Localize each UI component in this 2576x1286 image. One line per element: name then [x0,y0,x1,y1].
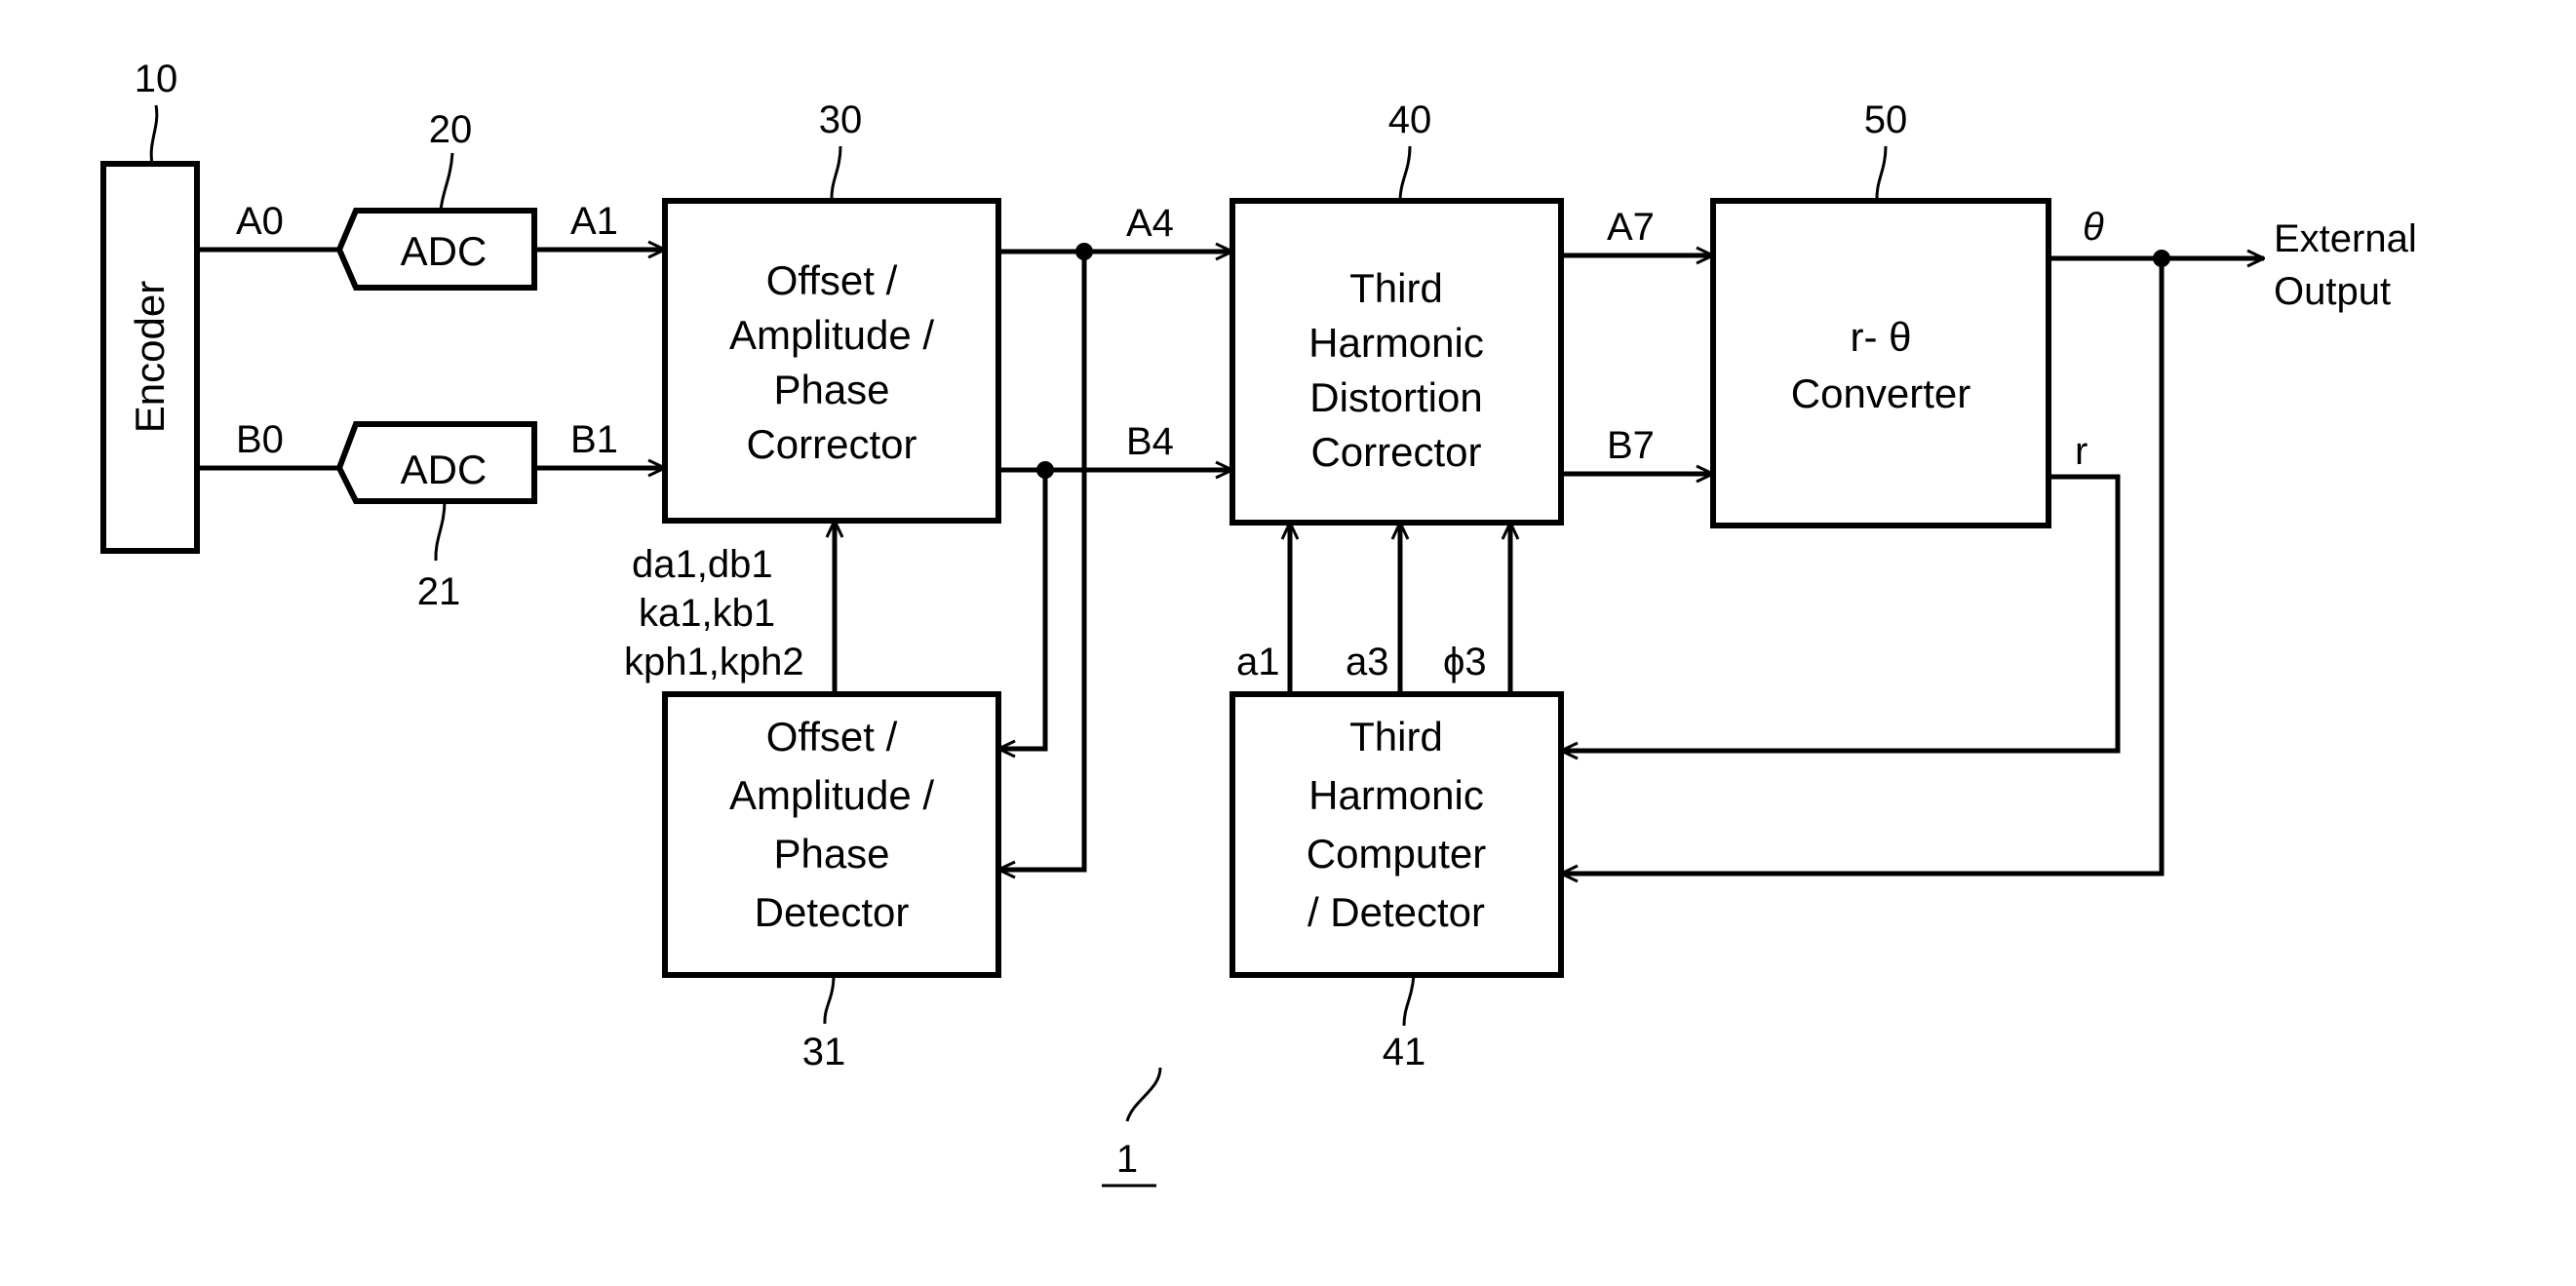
corrector-thd-line-4: Corrector [1310,429,1481,475]
corrector-thd-line-3: Distortion [1309,374,1482,420]
signal-coef-a3: a3 [1346,641,1389,683]
signal-b0: B0 [236,418,284,461]
signal-b1: B1 [570,418,618,461]
computer-thd-line-1: Third [1349,714,1443,760]
detector-oap-line-1: Offset / [766,714,898,760]
encoder-block: Encoder [100,161,200,554]
signal-a7: A7 [1607,206,1655,249]
signal-coef-a1: a1 [1236,641,1280,683]
offset-amplitude-phase-detector: Offset / Amplitude / Phase Detector [662,691,1001,978]
corrector-thd-line-2: Harmonic [1308,320,1484,366]
ref-41: 41 [1383,1031,1426,1073]
ref-leader-50 [1875,145,1888,202]
ref-leader-10 [149,104,159,165]
corrector-thd-line-1: Third [1349,265,1443,311]
ref-20: 20 [429,108,473,151]
signal-r: r [2075,430,2088,473]
ref-50: 50 [1864,98,1908,141]
third-harmonic-computer-detector: Third Harmonic Computer / Detector [1229,691,1564,978]
ref-1: 1 [1116,1138,1138,1181]
wire-a4-to-detector [998,252,1087,870]
corrector-oap-line-1: Offset / [766,257,898,303]
ref-leader-41 [1402,974,1416,1027]
corrector-oap-line-4: Corrector [746,421,917,467]
signal-a0: A0 [236,200,284,243]
r-theta-converter: r- θ Converter [1710,198,2051,528]
external-output-line-2: Output [2274,270,2391,313]
adc-a-block: ADC [335,208,537,291]
offset-amplitude-phase-corrector: Offset / Amplitude / Phase Corrector [662,198,1001,524]
ref-leader-21 [434,500,447,562]
signal-theta: θ [2083,206,2104,249]
detector-oap-line-2: Amplitude / [729,772,934,818]
param-line-3: kph1,kph2 [624,641,804,683]
adc-a-label: ADC [401,228,488,274]
signal-a4: A4 [1126,202,1174,245]
ref-10: 10 [135,58,178,100]
external-output-line-1: External [2274,217,2417,260]
adc-b-block: ADC [335,421,537,504]
signal-a1: A1 [570,200,618,243]
ref-21: 21 [417,570,461,613]
computer-thd-line-3: Computer [1307,831,1486,877]
signal-b7: B7 [1607,424,1655,467]
corrector-oap-line-3: Phase [773,367,889,412]
signal-coef-phi3: ϕ3 [1443,641,1487,683]
converter-line-1: r- θ [1851,314,1912,360]
ref-30: 30 [819,98,863,141]
adc-b-label: ADC [401,447,488,492]
converter-line-2: Converter [1791,370,1971,416]
computer-thd-line-4: / Detector [1308,889,1485,935]
param-line-1: da1,db1 [632,543,773,586]
ref-leader-31 [823,974,836,1025]
corrector-oap-line-2: Amplitude / [729,312,934,358]
computer-thd-line-2: Harmonic [1308,772,1484,818]
signal-b4: B4 [1126,420,1174,463]
third-harmonic-distortion-corrector: Third Harmonic Distortion Corrector [1229,198,1564,526]
wire-b4-to-detector [998,470,1048,749]
ref-leader-1 [1125,1067,1162,1122]
ref-leader-30 [830,145,842,202]
detector-oap-line-3: Phase [773,831,889,877]
encoder-label: Encoder [127,281,173,433]
ref-leader-40 [1398,145,1412,202]
block-diagram: Encoder 10 ADC 20 ADC 21 A0 B0 A1 B1 Off… [100,58,2417,1188]
ref-40: 40 [1388,98,1432,141]
ref-31: 31 [802,1031,846,1073]
ref-leader-20 [439,152,454,212]
param-line-2: ka1,kb1 [639,592,775,635]
detector-oap-line-4: Detector [755,889,910,935]
